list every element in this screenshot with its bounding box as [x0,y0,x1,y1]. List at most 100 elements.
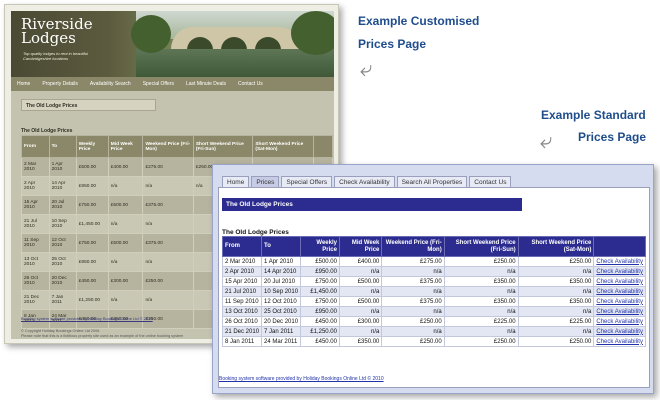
column-header: From [21,135,50,158]
check-availability-link[interactable]: Check Availability [593,296,646,307]
nav-home[interactable]: Home [11,81,36,87]
table-cell: £450.00 [300,336,340,347]
check-availability-link[interactable]: Check Availability [593,306,646,317]
table-cell: £250.00 [381,336,445,347]
table-cell: £275.00 [381,256,445,267]
table-cell: £750.00 [75,195,109,215]
table-cell: n/a [443,306,519,317]
table-cell: £275.00 [142,157,194,177]
table-cell: £450.00 [75,271,109,291]
custom-copyright: © Copyright Holiday Bookings Online Ltd … [21,329,183,339]
check-availability-link[interactable]: Check Availability [593,276,646,287]
table-cell: 24 Mar 2011 [261,336,302,347]
column-header: Short Weekend Price (Sat-Mon) [252,135,315,158]
table-cell: n/a [517,266,595,277]
table-cell: n/a [443,286,519,297]
check-availability-link[interactable]: Check Availability [593,316,646,327]
table-cell: 2 Mar 2010 [21,157,50,177]
table-cell: n/a [142,214,194,234]
nav-availability-search[interactable]: Availability Search [84,81,137,87]
table-cell: £375.00 [142,233,194,253]
check-availability-link[interactable]: Check Availability [593,326,646,337]
table-cell: £250.00 [443,256,519,267]
nav-special-offers[interactable]: Special Offers [137,81,180,87]
table-cell: n/a [517,326,595,337]
custom-footer-link[interactable]: Booking system software provided by Holi… [21,316,153,321]
table-cell: 8 Jan 2011 [221,336,263,347]
check-availability-link[interactable]: Check Availability [593,336,646,347]
table-row: 8 Jan 2011 24 Mar 2011 £450.00 £350.00 £250.… [221,336,646,347]
column-header: To [48,135,77,158]
table-row: 15 Apr 2010 20 Jul 2010 £750.00 £500.00 £375… [221,276,646,287]
table-cell: n/a [142,290,194,310]
table-cell: 25 Oct 2010 [261,306,302,317]
table-cell: 21 Jul 2010 [221,286,263,297]
table-cell: n/a [107,176,144,196]
column-header [593,236,646,257]
logo-line-2: Lodges [21,29,76,47]
table-cell: 15 Apr 2010 [21,195,50,215]
table-cell: n/a [443,266,519,277]
column-header [313,135,333,158]
table-row: 2 Mar 2010 1 Apr 2010 £500.00 £400.00 £275.0… [221,256,646,267]
table-cell: £375.00 [142,195,194,215]
table-cell: 10 Sep 2010 [261,286,302,297]
table-cell: £250.00 [517,256,595,267]
table-cell: 2 Apr 2010 [21,176,50,196]
table-cell: £350.00 [338,336,383,347]
check-availability-link[interactable]: Check Availability [593,266,646,277]
table-cell: 15 Apr 2010 [221,276,263,287]
table-cell: n/a [443,326,519,337]
page-title-bar: The Old Lodge Prices [222,198,522,211]
column-header: Weekend Price (Fri-Mon) [142,135,194,158]
check-availability-link[interactable]: Check Availability [593,256,646,267]
table-row: 11 Sep 2010 12 Oct 2010 £750.00 £500.00 £375… [221,296,646,307]
table-cell: £375.00 [381,296,445,307]
curved-arrow-icon: ⤶ [360,56,373,81]
nav-contact-us[interactable]: Contact Us [232,81,269,87]
table-cell: 11 Sep 2010 [221,296,263,307]
table-cell: 21 Dec 2010 [221,326,263,337]
table-cell: n/a [381,306,445,317]
table-cell: 13 Oct 2010 [21,252,50,272]
table-cell: 1 Apr 2010 [261,256,302,267]
column-header: To [261,236,302,257]
site-tagline: Top quality lodges to rent in beautiful … [23,51,89,61]
table-row: 2 Apr 2010 14 Apr 2010 £950.00 n/a n/a n/a n/a… [221,266,646,277]
nav-property-details[interactable]: Property Details [36,81,84,87]
table-row: 21 Dec 2010 7 Jan 2011 £1,250.00 n/a n/a n/a n… [221,326,646,337]
table-row: 21 Jul 2010 10 Sep 2010 £1,450.00 n/a n/a n/a… [221,286,646,297]
check-availability-link[interactable]: Check Availability [593,286,646,297]
caption-customised-2: Prices Page [358,37,427,51]
prices-subtitle: The Old Lodge Prices [21,128,73,134]
table-cell: n/a [338,266,383,277]
column-header: Weekly Price [75,135,109,158]
page-title-box: The Old Lodge Prices [21,99,156,111]
table-cell: £950.00 [300,266,340,277]
nav-last-minute-deals[interactable]: Last Minute Deals [180,81,232,87]
table-cell: n/a [338,286,383,297]
table-cell: £950.00 [75,252,109,272]
fictitious-note: Please note that this is a fictitious pr… [21,334,184,338]
table-cell: n/a [142,176,194,196]
table-cell: £225.00 [517,316,595,327]
table-cell: 12 Oct 2010 [261,296,302,307]
caption-customised-1: Example Customised [358,14,480,28]
table-cell: 26 Oct 2010 [221,316,263,327]
table-cell: n/a [381,326,445,337]
table-cell: £350.00 [443,276,519,287]
curved-arrow-icon: ⤶ [540,128,553,153]
table-cell: 13 Oct 2010 [221,306,263,317]
table-cell: 21 Dec 2010 [21,290,50,310]
table-cell: 14 Apr 2010 [261,266,302,277]
table-cell: £350.00 [443,296,519,307]
table-cell: 26 Oct 2010 [21,271,50,291]
standard-footer-link[interactable]: Booking system software provided by Holi… [219,376,384,382]
column-header: Short Weekend Price (Fri-Sun) [192,135,254,158]
site-logo[interactable]: Riverside Lodges [21,17,93,47]
standard-prices-screenshot: Home Prices Special Offers Check Availab… [212,164,654,394]
custom-banner: Riverside Lodges Top quality lodges to r… [11,11,334,77]
table-cell: £350.00 [517,296,595,307]
table-cell: £400.00 [338,256,383,267]
table-cell: £250.00 [443,336,519,347]
